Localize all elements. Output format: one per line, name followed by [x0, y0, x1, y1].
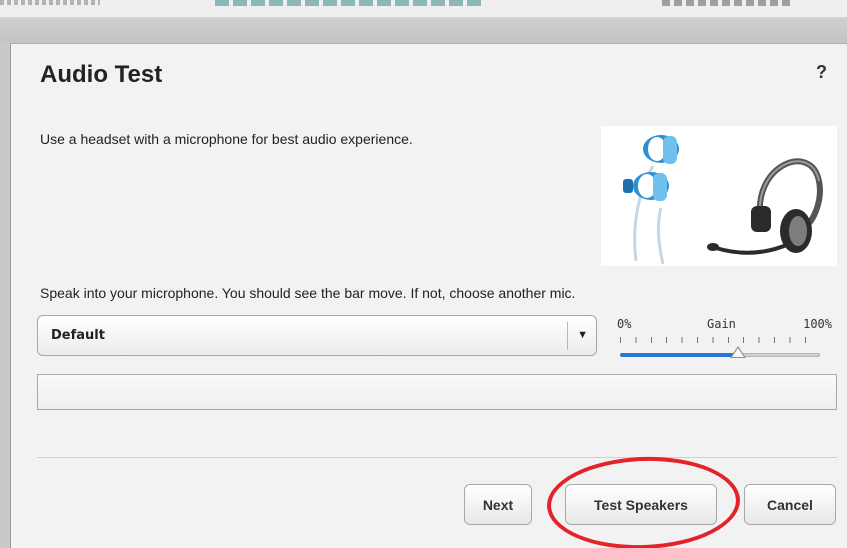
audio-level-meter — [37, 374, 837, 410]
next-button[interactable]: Next — [464, 484, 532, 525]
background-band — [0, 18, 847, 43]
gain-min-label: 0% — [617, 317, 632, 331]
headset-instruction: Use a headset with a microphone for best… — [40, 131, 413, 147]
gain-label: Gain — [707, 317, 736, 331]
audio-test-dialog: Audio Test ? Use a headset with a microp… — [10, 43, 847, 548]
gain-slider-thumb[interactable] — [730, 346, 746, 358]
cancel-button[interactable]: Cancel — [744, 484, 836, 525]
microphone-select-value: Default — [51, 328, 105, 343]
background-text-blur — [0, 0, 100, 5]
chevron-down-icon[interactable]: ▼ — [577, 329, 588, 341]
gain-ticks — [620, 337, 820, 343]
footer-divider — [37, 457, 837, 458]
help-icon[interactable]: ? — [816, 62, 827, 83]
background-header — [0, 0, 847, 18]
gain-fill — [620, 353, 738, 357]
select-divider — [567, 322, 568, 350]
gain-slider[interactable]: 0% Gain 100% — [617, 317, 832, 367]
test-speakers-button[interactable]: Test Speakers — [565, 484, 717, 525]
speak-instruction: Speak into your microphone. You should s… — [40, 285, 576, 301]
microphone-select[interactable]: Default ▼ — [37, 315, 597, 356]
background-text-blur — [662, 0, 792, 6]
gain-max-label: 100% — [803, 317, 832, 331]
dialog-title: Audio Test — [40, 61, 163, 88]
earbuds-icon — [623, 135, 679, 265]
headset-icon — [707, 158, 823, 255]
headset-earbuds-image — [601, 126, 837, 266]
background-text-blur — [215, 0, 485, 6]
